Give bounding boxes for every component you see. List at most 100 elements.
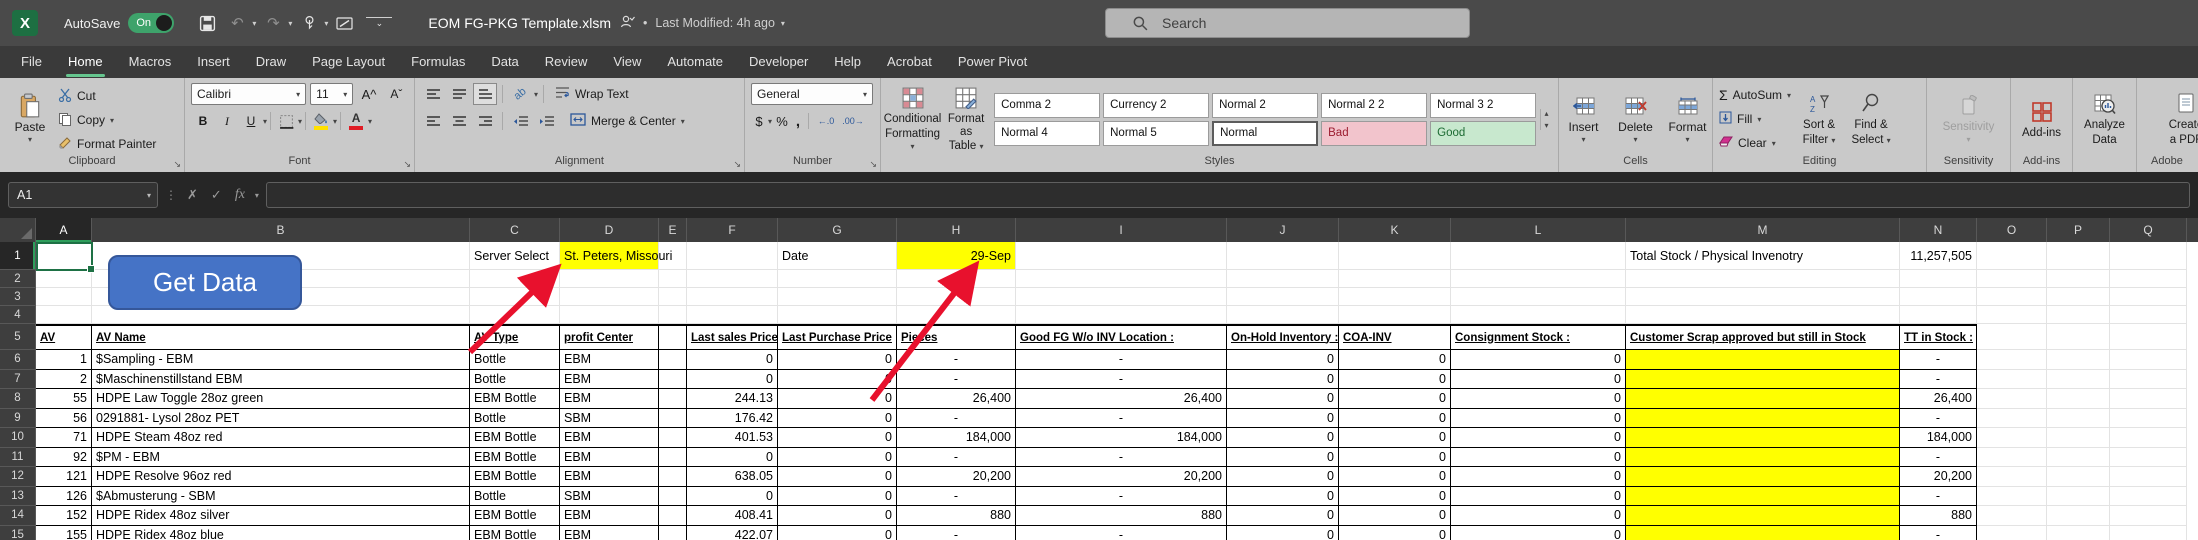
cell-O7[interactable] (1977, 370, 2047, 390)
borders-icon[interactable] (274, 110, 298, 132)
cell-Q4[interactable] (2110, 306, 2187, 324)
cell-O1[interactable] (1977, 242, 2047, 270)
cell-F14[interactable]: 408.41 (687, 506, 778, 526)
autosave-control[interactable]: AutoSave On (64, 13, 174, 33)
cell-Q5[interactable] (2110, 324, 2187, 350)
cell-A1[interactable] (36, 242, 92, 270)
cell-J9[interactable]: 0 (1227, 409, 1339, 429)
cell-J6[interactable]: 0 (1227, 350, 1339, 370)
cell-G15[interactable]: 0 (778, 526, 897, 540)
format-cells-button[interactable]: Format ▾ (1664, 83, 1712, 155)
orientation-icon[interactable]: ab (508, 83, 532, 105)
alignment-dialog-launcher-icon[interactable]: ↘ (733, 159, 741, 170)
style-normal-2-2[interactable]: Normal 2 2 (1321, 93, 1427, 118)
cell-J14[interactable]: 0 (1227, 506, 1339, 526)
cell-Q11[interactable] (2110, 448, 2187, 468)
cell-M8[interactable] (1626, 389, 1900, 409)
cell-Q7[interactable] (2110, 370, 2187, 390)
clipboard-dialog-launcher-icon[interactable]: ↘ (173, 159, 181, 170)
cell-O14[interactable] (1977, 506, 2047, 526)
tab-insert[interactable]: Insert (184, 46, 243, 78)
cell-K1[interactable] (1339, 242, 1451, 270)
cell-H11[interactable]: - (897, 448, 1016, 468)
tab-power-pivot[interactable]: Power Pivot (945, 46, 1040, 78)
top-align-icon[interactable] (421, 83, 445, 105)
copy-button[interactable]: Copy ▾ (58, 109, 156, 131)
bold-button[interactable]: B (191, 110, 215, 132)
cell-J2[interactable] (1227, 270, 1339, 288)
autosave-toggle[interactable]: On (128, 13, 174, 33)
cell-D10[interactable]: EBM (560, 428, 659, 448)
cell-J7[interactable]: 0 (1227, 370, 1339, 390)
cell-O5[interactable] (1977, 324, 2047, 350)
cell-C8[interactable]: EBM Bottle (470, 389, 560, 409)
cell-E3[interactable] (659, 288, 687, 306)
cell-N7[interactable]: - (1900, 370, 1977, 390)
touch-mode-icon[interactable] (296, 10, 322, 36)
cell-J8[interactable]: 0 (1227, 389, 1339, 409)
cell-C2[interactable] (470, 270, 560, 288)
cell-C10[interactable]: EBM Bottle (470, 428, 560, 448)
cell-G7[interactable]: 0 (778, 370, 897, 390)
cell-D4[interactable] (560, 306, 659, 324)
more-commands-icon[interactable]: ⌄ (366, 17, 392, 29)
fill-button[interactable]: Fill ▾ (1719, 108, 1791, 130)
cell-C12[interactable]: EBM Bottle (470, 467, 560, 487)
row-header-13[interactable]: 13 (0, 487, 36, 507)
draw-icon[interactable] (332, 10, 358, 36)
cell-J12[interactable]: 0 (1227, 467, 1339, 487)
column-header-K[interactable]: K (1339, 218, 1451, 242)
sort-filter-button[interactable]: AZ Sort & Filter ▾ (1795, 83, 1843, 155)
decrease-font-size-icon[interactable]: Aˇ (385, 83, 408, 105)
cell-J15[interactable]: 0 (1227, 526, 1339, 540)
cell-Q6[interactable] (2110, 350, 2187, 370)
cell-L2[interactable] (1451, 270, 1626, 288)
row-header-7[interactable]: 7 (0, 370, 36, 390)
gallery-up-icon[interactable]: ▴ (1545, 109, 1549, 118)
cell-E5[interactable] (659, 324, 687, 350)
cell-K14[interactable]: 0 (1339, 506, 1451, 526)
cell-C11[interactable]: EBM Bottle (470, 448, 560, 468)
save-icon[interactable] (194, 10, 220, 36)
cell-E11[interactable] (659, 448, 687, 468)
cell-I5[interactable]: Good FG W/o INV Location : (1016, 324, 1227, 350)
undo-dropdown-icon[interactable]: ▾ (252, 19, 256, 28)
cell-D6[interactable]: EBM (560, 350, 659, 370)
cell-P10[interactable] (2047, 428, 2110, 448)
cell-N13[interactable]: - (1900, 487, 1977, 507)
cancel-icon[interactable]: ✗ (184, 187, 201, 203)
cell-I14[interactable]: 880 (1016, 506, 1227, 526)
tab-page-layout[interactable]: Page Layout (299, 46, 398, 78)
cell-H14[interactable]: 880 (897, 506, 1016, 526)
cell-M10[interactable] (1626, 428, 1900, 448)
cell-L1[interactable] (1451, 242, 1626, 270)
cell-A3[interactable] (36, 288, 92, 306)
cell-G3[interactable] (778, 288, 897, 306)
cell-E7[interactable] (659, 370, 687, 390)
redo-dropdown-icon[interactable]: ▾ (288, 19, 292, 28)
cell-D13[interactable]: SBM (560, 487, 659, 507)
cell-K8[interactable]: 0 (1339, 389, 1451, 409)
cell-I2[interactable] (1016, 270, 1227, 288)
cell-E10[interactable] (659, 428, 687, 448)
cell-E12[interactable] (659, 467, 687, 487)
cell-G9[interactable]: 0 (778, 409, 897, 429)
column-header-O[interactable]: O (1977, 218, 2047, 242)
cell-K9[interactable]: 0 (1339, 409, 1451, 429)
cell-A7[interactable]: 2 (36, 370, 92, 390)
tab-draw[interactable]: Draw (243, 46, 299, 78)
cell-F5[interactable]: Last sales Price (687, 324, 778, 350)
cell-M15[interactable] (1626, 526, 1900, 540)
cell-K10[interactable]: 0 (1339, 428, 1451, 448)
cell-B6[interactable]: $Sampling - EBM (92, 350, 470, 370)
cell-F3[interactable] (687, 288, 778, 306)
name-box[interactable]: A1 ▾ (8, 182, 158, 208)
cell-F8[interactable]: 244.13 (687, 389, 778, 409)
cell-C13[interactable]: Bottle (470, 487, 560, 507)
cell-E9[interactable] (659, 409, 687, 429)
cell-D3[interactable] (560, 288, 659, 306)
row-header-15[interactable]: 15 (0, 526, 36, 540)
cell-I8[interactable]: 26,400 (1016, 389, 1227, 409)
cell-B5[interactable]: AV Name (92, 324, 470, 350)
cell-F12[interactable]: 638.05 (687, 467, 778, 487)
